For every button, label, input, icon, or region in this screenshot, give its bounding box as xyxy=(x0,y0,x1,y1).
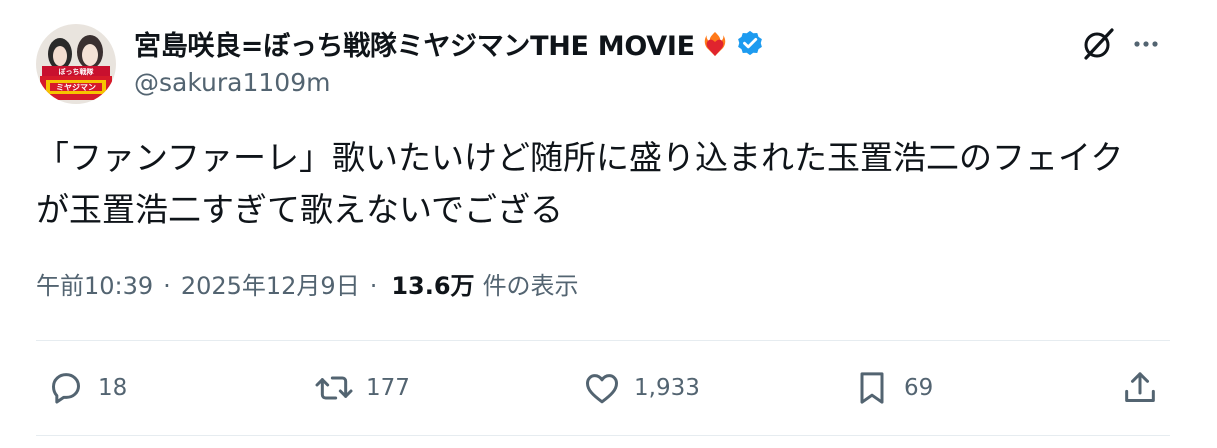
like-button[interactable]: 1,933 xyxy=(582,364,700,412)
avatar[interactable]: ぼっち戦隊 ミヤジマン xyxy=(36,24,116,104)
retweet-button[interactable]: 177 xyxy=(314,364,410,412)
tweet-meta: 午前10:39 · 2025年12月9日 · 13.6万 件の表示 xyxy=(36,266,579,301)
retweet-count: 177 xyxy=(366,375,410,401)
heart-icon xyxy=(586,374,618,404)
retweet-icon xyxy=(315,376,353,400)
avatar-logo-text: ぼっち戦隊 xyxy=(59,67,95,76)
bookmark-count: 69 xyxy=(904,375,934,401)
divider xyxy=(36,435,1170,436)
views-label: 件の表示 xyxy=(482,272,579,300)
bookmark-icon xyxy=(860,372,884,404)
heart-on-fire-icon xyxy=(701,30,729,58)
reply-count: 18 xyxy=(98,375,128,401)
verified-badge-icon xyxy=(735,29,765,59)
views-count[interactable]: 13.6万 xyxy=(391,266,474,301)
more-icon[interactable] xyxy=(1128,26,1164,62)
avatar-logo-title: ミヤジマン xyxy=(56,83,96,92)
tweet-text: 「ファンファーレ」歌いたいけど随所に盛り込まれた玉置浩二のフェイク が玉置浩二す… xyxy=(36,138,1124,229)
avatar-image: ぼっち戦隊 ミヤジマン xyxy=(36,24,116,104)
author-handle[interactable]: @sakura1109m xyxy=(134,68,330,97)
share-button[interactable] xyxy=(1120,364,1160,412)
author-display-name[interactable]: 宮島咲良=ぼっち戦隊ミヤジマンTHE MOVIE xyxy=(134,24,695,63)
bookmark-button[interactable]: 69 xyxy=(852,364,933,412)
share-icon xyxy=(1125,372,1155,402)
reply-icon xyxy=(52,373,80,404)
action-bar: 18 177 1,933 69 xyxy=(0,364,1217,412)
meta-separator: · xyxy=(369,272,378,300)
tweet-card: ぼっち戦隊 ミヤジマン 宮島咲良=ぼっち戦隊ミヤジマンTHE MOVIE @sa… xyxy=(0,0,1217,448)
divider xyxy=(36,340,1170,341)
author-name-row: 宮島咲良=ぼっち戦隊ミヤジマンTHE MOVIE xyxy=(134,24,765,63)
like-count: 1,933 xyxy=(634,375,700,401)
meta-separator: · xyxy=(163,272,171,300)
grok-icon[interactable] xyxy=(1080,26,1116,62)
reply-button[interactable]: 18 xyxy=(46,364,127,412)
tweet-time[interactable]: 午前10:39 xyxy=(36,266,153,301)
tweet-date[interactable]: 2025年12月9日 xyxy=(181,266,360,301)
